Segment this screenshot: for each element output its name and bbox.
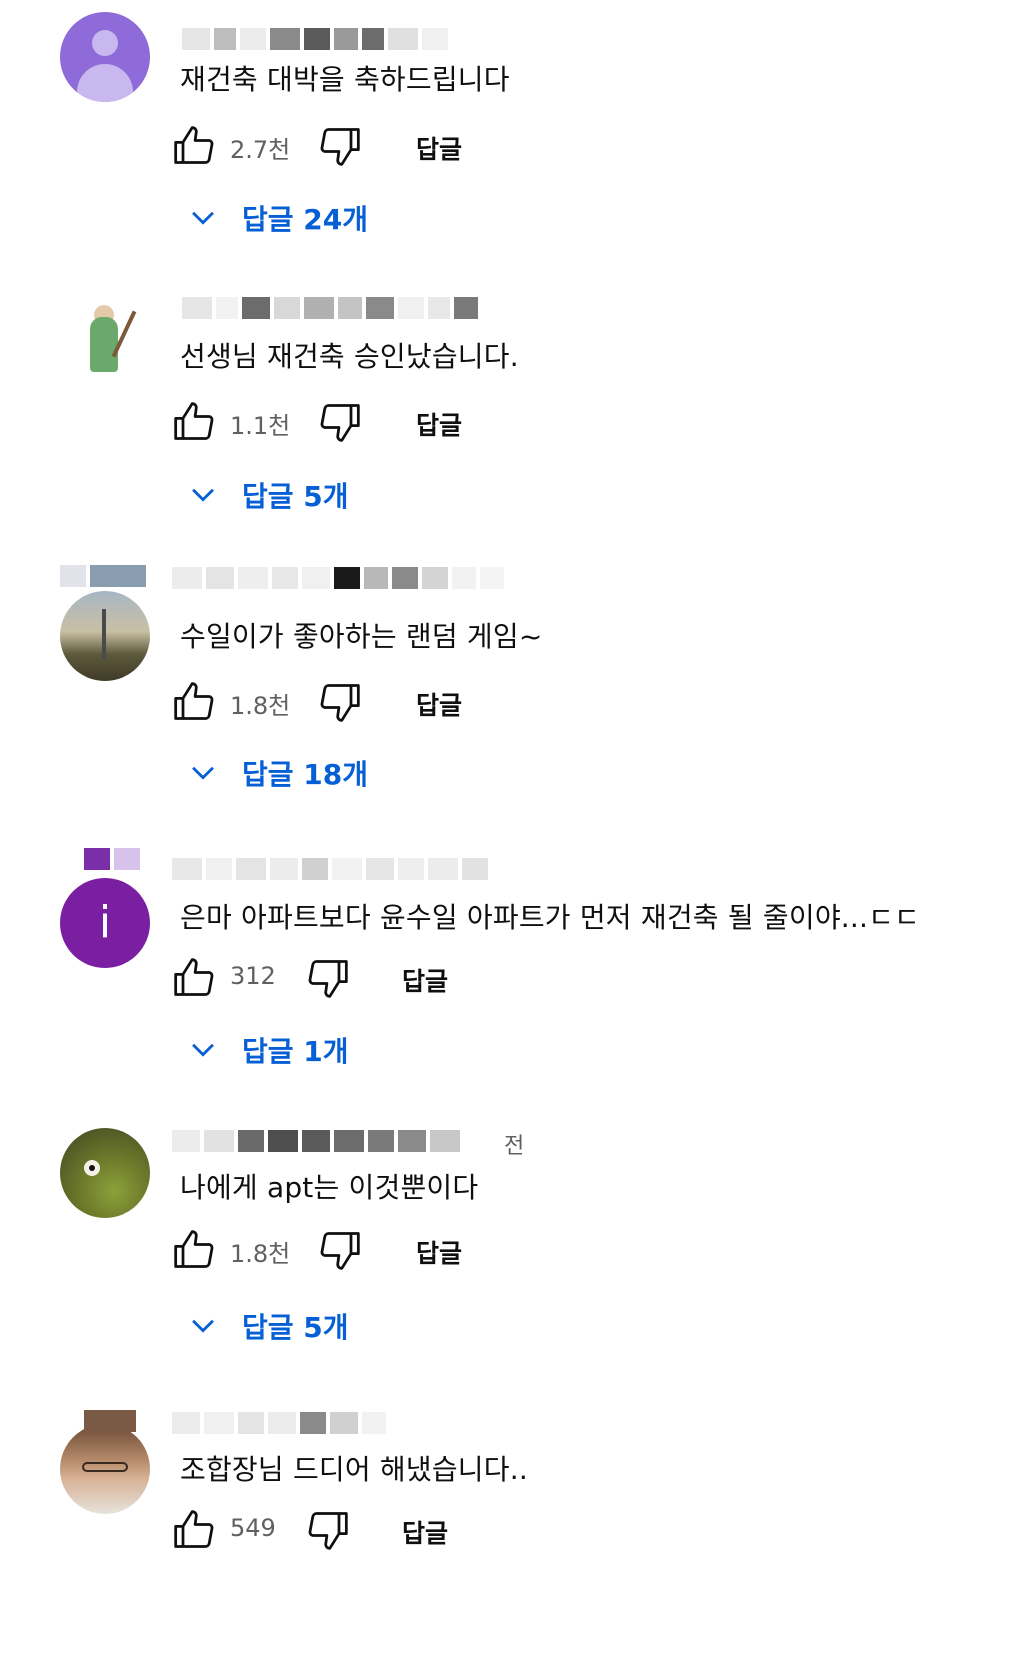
chevron-down-icon (192, 211, 214, 225)
comment-text: 수일이가 좋아하는 랜덤 게임~ (180, 620, 543, 653)
redacted-username (182, 28, 452, 50)
thumbs-down-icon[interactable] (318, 124, 362, 168)
replies-label: 답글 5개 (242, 480, 349, 513)
comment-item: i 은마 아파트보다 윤수일 아파트가 먼저 재건축 될 줄이야...ㄷㄷ 31… (0, 848, 1024, 1138)
chevron-down-icon (192, 488, 214, 502)
thumbs-down-icon[interactable] (318, 400, 362, 444)
reply-button[interactable]: 답글 (416, 1234, 462, 1270)
comment-actions: 2.7천 답글 (172, 124, 472, 168)
comment-text: 은마 아파트보다 윤수일 아파트가 먼저 재건축 될 줄이야...ㄷㄷ (180, 901, 921, 934)
thumbs-up-icon[interactable] (172, 680, 216, 724)
replies-label: 답글 1개 (242, 1035, 349, 1068)
comment-actions: 1.1천 답글 (172, 400, 472, 444)
thumbs-down-icon[interactable] (318, 680, 362, 724)
comment-item: 선생님 재건축 승인났습니다. 1.1천 답글 답글 5개 (0, 285, 1024, 575)
like-count: 1.1천 (230, 412, 291, 440)
redacted-username (84, 848, 144, 870)
comment-item: 조합장님 드디어 해냈습니다.. 549 답글 (0, 1410, 1024, 1662)
comment-item: 수일이가 좋아하는 랜덤 게임~ 1.8천 답글 답글 18개 (0, 565, 1024, 855)
like-count: 312 (230, 962, 276, 990)
bird-avatar-icon[interactable] (60, 1128, 150, 1218)
default-avatar-icon[interactable] (60, 12, 150, 102)
letter-avatar-icon[interactable]: i (60, 878, 150, 968)
replies-label: 답글 18개 (242, 758, 368, 791)
timestamp-suffix: 전 (504, 1134, 525, 1159)
comment-actions: 312 답글 (172, 956, 472, 1000)
comment-text: 선생님 재건축 승인났습니다. (180, 340, 519, 373)
thumbs-up-icon[interactable] (172, 400, 216, 444)
like-count: 1.8천 (230, 692, 291, 720)
reply-button[interactable]: 답글 (402, 1514, 448, 1550)
redacted-username (172, 1130, 464, 1152)
landscape-avatar-icon[interactable] (60, 591, 150, 681)
reply-button[interactable]: 답글 (416, 406, 462, 442)
thumbs-down-icon[interactable] (306, 956, 350, 1000)
redacted-username (182, 297, 482, 319)
thumbs-up-icon[interactable] (172, 956, 216, 1000)
chevron-down-icon (192, 766, 214, 780)
chevron-down-icon (192, 1043, 214, 1057)
comment-item: 전 나에게 apt는 이것뿐이다 1.8천 답글 답글 5개 (0, 1128, 1024, 1418)
like-count: 2.7천 (230, 136, 291, 164)
chevron-down-icon (192, 1319, 214, 1333)
thumbs-up-icon[interactable] (172, 124, 216, 168)
comment-actions: 1.8천 답글 (172, 680, 472, 724)
comment-actions: 1.8천 답글 (172, 1228, 472, 1272)
redacted-username (60, 565, 150, 587)
replies-label: 답글 24개 (242, 203, 368, 236)
comment-text: 조합장님 드디어 해냈습니다.. (180, 1453, 528, 1486)
comment-text: 재건축 대박을 축하드립니다 (180, 63, 510, 96)
comment-actions: 549 답글 (172, 1508, 472, 1552)
redacted-username (172, 567, 508, 589)
like-count: 1.8천 (230, 1240, 291, 1268)
redacted-username (84, 1410, 140, 1432)
comment-text: 나에게 apt는 이것뿐이다 (180, 1171, 479, 1204)
thumbs-up-icon[interactable] (172, 1508, 216, 1552)
reply-button[interactable]: 답글 (416, 130, 462, 166)
comment-item: 재건축 대박을 축하드립니다 2.7천 답글 답글 24개 (0, 0, 1024, 290)
face-avatar-icon[interactable] (60, 1424, 150, 1514)
thumbs-down-icon[interactable] (306, 1508, 350, 1552)
thumbs-down-icon[interactable] (318, 1228, 362, 1272)
reply-button[interactable]: 답글 (416, 686, 462, 722)
replies-label: 답글 5개 (242, 1311, 349, 1344)
character-avatar-icon[interactable] (60, 297, 150, 387)
redacted-username (172, 858, 492, 880)
thumbs-up-icon[interactable] (172, 1228, 216, 1272)
like-count: 549 (230, 1514, 276, 1542)
redacted-username (172, 1412, 390, 1434)
reply-button[interactable]: 답글 (402, 962, 448, 998)
